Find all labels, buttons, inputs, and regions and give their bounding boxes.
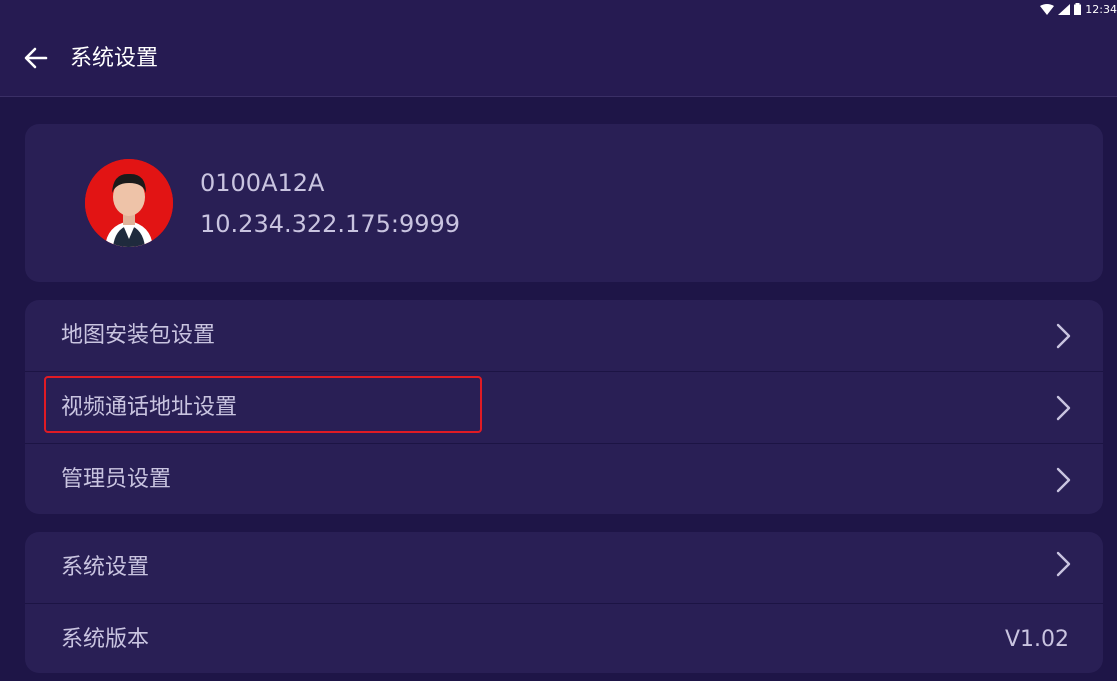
app-bar: 系统设置 [0, 18, 1117, 97]
row-label: 管理员设置 [61, 467, 172, 492]
settings-group-2: 系统设置 系统版本 V1.02 [25, 532, 1103, 673]
row-label: 系统设置 [61, 555, 150, 580]
avatar [85, 159, 173, 247]
chevron-right-icon [1053, 550, 1073, 578]
status-time: 12:34 [1085, 2, 1117, 16]
page-title: 系统设置 [70, 46, 159, 71]
battery-icon [1074, 3, 1082, 15]
back-button[interactable] [18, 42, 54, 78]
settings-group-1: 地图安装包设置 视频通话地址设置 管理员设置 [25, 300, 1103, 514]
row-label: 视频通话地址设置 [61, 395, 238, 420]
system-settings-row[interactable]: 系统设置 [25, 532, 1103, 604]
system-version-row: 系统版本 V1.02 [25, 604, 1103, 673]
chevron-right-icon [1053, 322, 1073, 350]
status-icons: 12:34 [1040, 1, 1117, 17]
video-call-address-settings-row[interactable]: 视频通话地址设置 [25, 372, 1103, 444]
chevron-right-icon [1053, 466, 1073, 494]
device-address: 10.234.322.175:9999 [200, 210, 461, 238]
arrow-left-icon [24, 47, 48, 73]
profile-card: 0100A12A 10.234.322.175:9999 [25, 124, 1103, 282]
version-value: V1.02 [1004, 627, 1069, 652]
row-label: 系统版本 [61, 627, 150, 652]
status-bar: 12:34 [0, 0, 1117, 18]
wifi-icon [1040, 3, 1055, 15]
map-package-settings-row[interactable]: 地图安装包设置 [25, 300, 1103, 372]
row-label: 地图安装包设置 [61, 323, 216, 348]
device-id: 0100A12A [200, 169, 325, 197]
admin-settings-row[interactable]: 管理员设置 [25, 444, 1103, 514]
signal-icon [1058, 3, 1071, 15]
chevron-right-icon [1053, 394, 1073, 422]
